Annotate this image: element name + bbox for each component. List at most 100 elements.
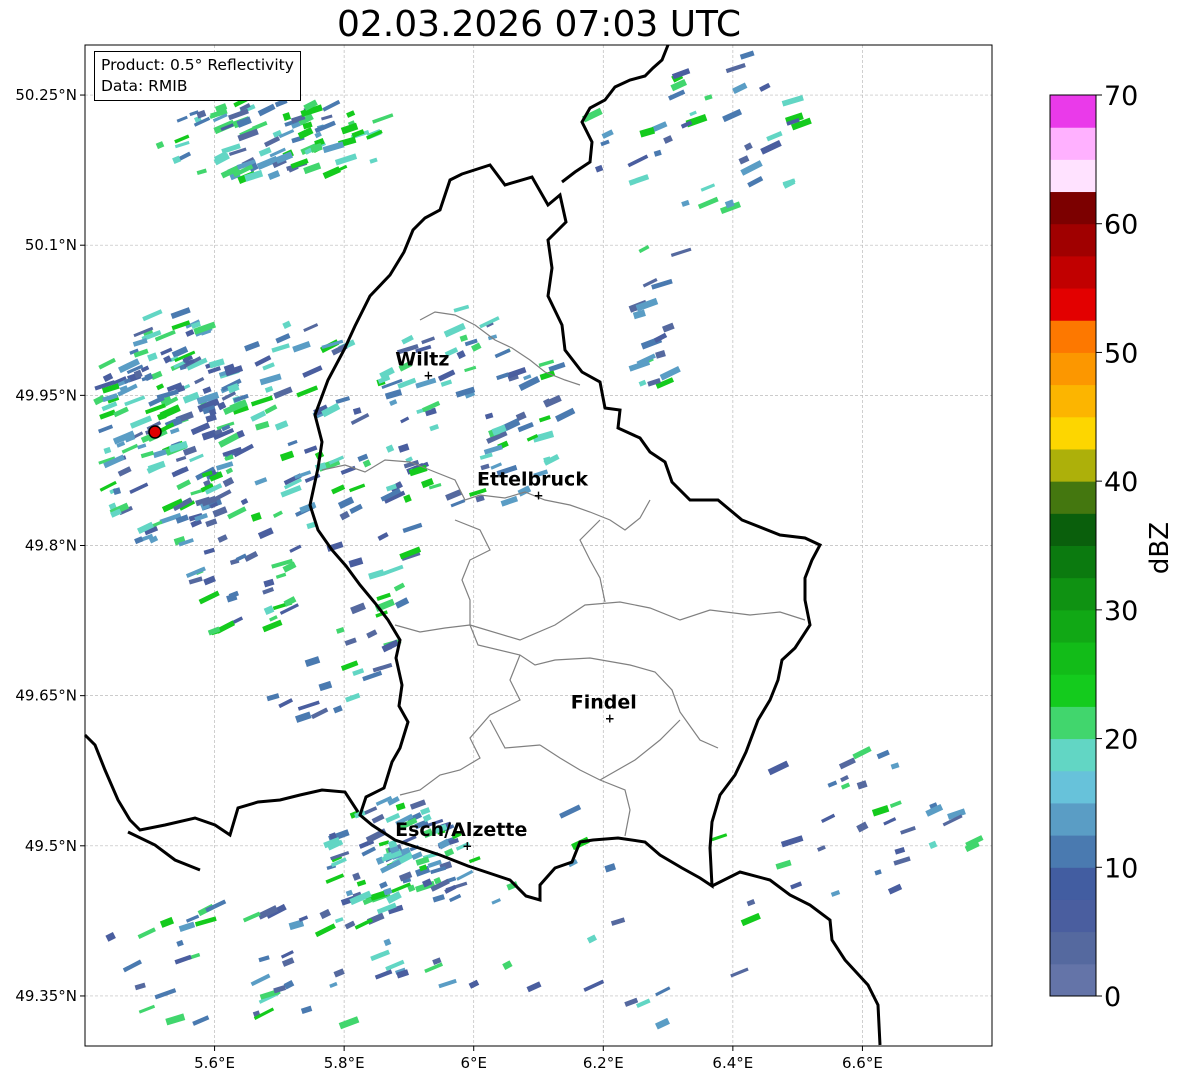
echo-cell <box>334 917 344 924</box>
echo-cell <box>655 986 671 997</box>
echo-cell <box>663 135 673 144</box>
echo-cell <box>264 404 278 415</box>
echo-cell <box>740 912 761 927</box>
echo-cell <box>97 424 114 434</box>
echo-cell <box>456 869 474 881</box>
echo-cell <box>262 587 275 595</box>
echo-cell <box>638 379 647 387</box>
echo-cell <box>267 170 281 181</box>
echo-cell <box>279 450 295 462</box>
echo-cell <box>185 914 200 923</box>
echo-cell <box>278 698 294 709</box>
radar-map: +Wiltz+Ettelbruck+Findel+Esch/Alzette 5.… <box>15 44 993 1072</box>
echo-cell <box>346 110 356 118</box>
echo-cell <box>175 455 187 462</box>
echo-cell <box>262 362 275 371</box>
echo-cell <box>559 804 582 819</box>
echo-cell <box>344 920 356 930</box>
city-label: Esch/Alzette <box>395 819 527 841</box>
echo-cell <box>257 527 274 540</box>
echo-cell <box>98 357 116 370</box>
echo-cell <box>338 164 348 172</box>
echo-cell <box>662 322 675 333</box>
echo-cell <box>273 386 293 399</box>
echo-cell <box>271 343 290 353</box>
echo-cell <box>700 183 716 192</box>
echo-cell <box>725 62 746 74</box>
echo-cell <box>321 114 333 121</box>
echo-cell <box>838 757 856 770</box>
x-tick-label: 6.2°E <box>583 1054 624 1072</box>
germany-south-border <box>711 870 882 1046</box>
echo-cell <box>517 421 534 433</box>
echo-cell <box>369 157 378 164</box>
echo-cell <box>403 494 412 503</box>
y-tick-label: 49.5°N <box>25 837 77 855</box>
echo-cell <box>352 872 361 881</box>
y-tick-label: 49.95°N <box>15 386 77 404</box>
echo-cell <box>134 982 146 991</box>
city-marker-icon: + <box>605 712 615 726</box>
echo-cell <box>208 358 225 369</box>
echo-cell <box>129 482 149 494</box>
echo-cell <box>655 350 666 359</box>
echo-cell <box>928 840 938 850</box>
echo-cell <box>635 297 659 312</box>
echo-cell <box>479 316 500 329</box>
echo-cell <box>638 245 650 254</box>
echo-cell <box>287 439 298 447</box>
echo-cell <box>554 407 576 422</box>
x-tick-label: 5.8°E <box>324 1054 365 1072</box>
echo-cell <box>543 453 560 466</box>
echo-cell <box>244 341 261 352</box>
echo-cell <box>538 359 555 368</box>
echo-cell <box>140 450 155 459</box>
echo-cell <box>169 427 180 435</box>
echo-cell <box>766 131 783 142</box>
echo-cell <box>176 115 188 123</box>
echo-cell <box>427 859 442 868</box>
echo-cell <box>202 386 212 395</box>
echo-cell <box>468 856 481 864</box>
echo-cell <box>397 443 410 453</box>
echo-cell <box>775 859 792 870</box>
city-label: Wiltz <box>395 348 449 370</box>
echo-cell <box>300 1005 313 1014</box>
echo-cell <box>222 477 235 488</box>
echo-cell <box>876 749 890 760</box>
echo-cell <box>389 399 398 407</box>
echo-cell <box>250 512 262 522</box>
y-axis-ticks: 49.35°N 49.5°N 49.65°N 49.8°N 49.95°N 50.1°N 5… <box>15 86 85 1005</box>
echo-cell <box>681 199 690 207</box>
echo-cell <box>196 168 207 176</box>
belgium-germany-border <box>561 44 670 184</box>
echo-cell <box>310 142 323 153</box>
x-axis-ticks: 5.6°E 5.8°E 6°E 6.2°E 6.4°E 6.6°E <box>194 1046 883 1072</box>
country-borders <box>83 44 882 1046</box>
echo-cell <box>258 955 270 963</box>
echo-cell <box>627 154 649 168</box>
echo-cell <box>332 705 343 714</box>
echo-cell <box>440 379 453 387</box>
echo-cell <box>610 917 626 926</box>
echo-cell <box>254 421 270 431</box>
echo-cell <box>382 564 404 576</box>
x-tick-label: 5.6°E <box>194 1054 235 1072</box>
y-tick-label: 49.35°N <box>15 987 77 1005</box>
echo-cell <box>304 656 321 668</box>
echo-cell <box>298 915 309 922</box>
echo-cell <box>722 108 743 123</box>
belgium-internal-border <box>127 830 201 872</box>
echo-cell <box>150 370 163 380</box>
echo-cell <box>883 817 897 826</box>
echo-cell <box>105 932 116 942</box>
echo-cell <box>340 660 359 671</box>
echo-cell <box>344 637 357 646</box>
echo-cell <box>297 700 320 711</box>
echo-cell <box>372 113 394 124</box>
echo-cell <box>176 939 184 947</box>
echo-cell <box>371 813 385 824</box>
echo-cell <box>379 881 388 889</box>
echo-cell <box>112 487 122 495</box>
echo-cell <box>464 365 477 373</box>
